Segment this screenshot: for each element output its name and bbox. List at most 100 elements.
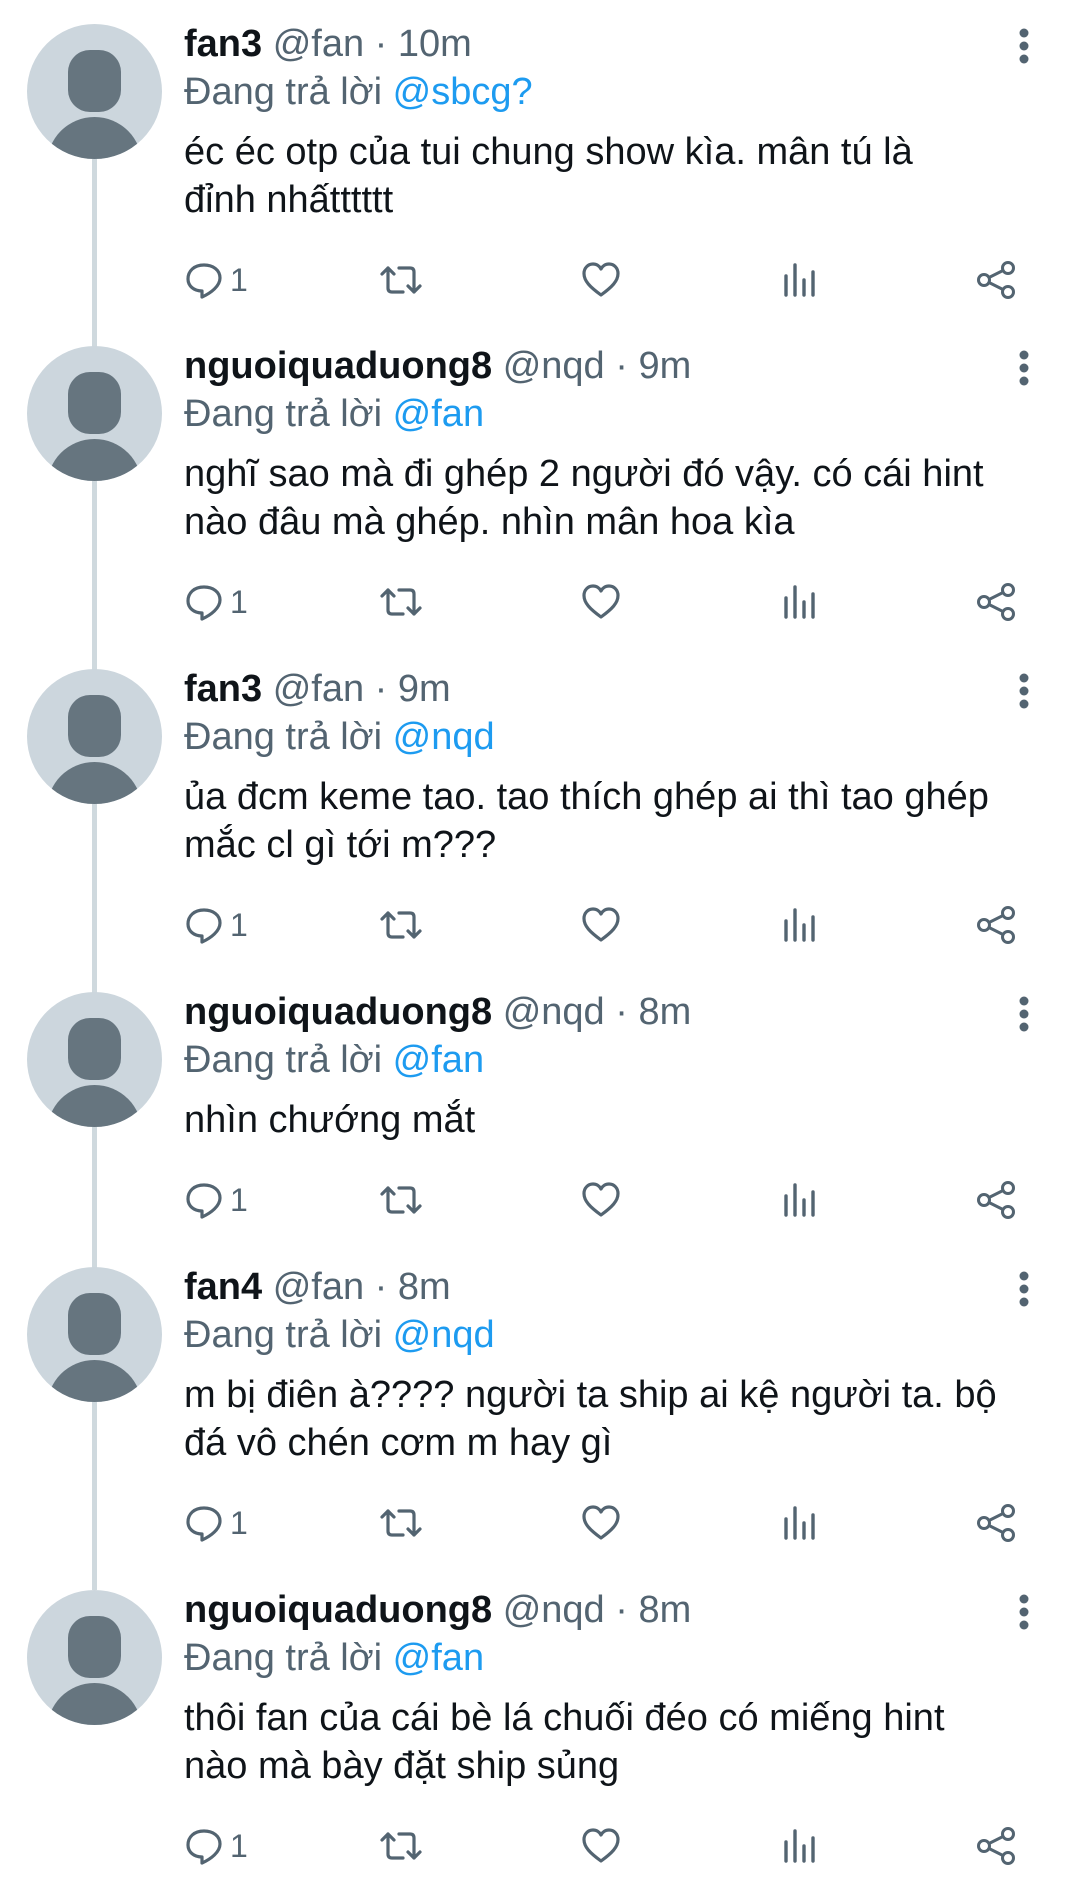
tweet-header: fan3 @fan · 10m (184, 20, 1040, 68)
timestamp[interactable]: 10m (398, 23, 472, 65)
avatar[interactable] (27, 1590, 162, 1725)
tweet-text: m bị điên à???? người ta ship ai kệ ngườ… (184, 1371, 1040, 1467)
share-icon (977, 1827, 1015, 1865)
user-handle[interactable]: @fan (273, 668, 364, 710)
avatar[interactable] (27, 992, 162, 1127)
reply-button[interactable]: 1 (184, 255, 248, 305)
tweet-actions: 1 (184, 255, 1044, 305)
display-name[interactable]: fan3 (184, 668, 262, 710)
user-handle[interactable]: @fan (273, 1266, 364, 1308)
avatar[interactable] (27, 24, 162, 159)
replying-to-mention[interactable]: @sbcg? (393, 71, 533, 113)
retweet-icon (380, 911, 422, 939)
tweet-actions: 1 (184, 900, 1044, 950)
bar-chart-icon (784, 585, 815, 619)
separator-dot: · (615, 345, 628, 387)
vertical-ellipsis-icon[interactable] (1012, 994, 1036, 1034)
avatar[interactable] (27, 346, 162, 481)
share-icon (977, 583, 1015, 621)
avatar-head-shape (68, 1616, 121, 1678)
timestamp[interactable]: 8m (638, 1589, 691, 1631)
avatar-body-shape (47, 439, 142, 481)
tweet-text-line: ủa đcm keme tao. tao thích ghép ai thì t… (184, 776, 989, 818)
user-handle[interactable]: @fan (273, 23, 364, 65)
bar-chart-icon (784, 1183, 815, 1217)
tweet-header: nguoiquaduong8 @nqd · 8m (184, 1586, 1040, 1634)
retweet-button[interactable] (379, 255, 423, 305)
like-button[interactable] (580, 577, 622, 627)
replying-to-mention[interactable]: @fan (393, 1039, 484, 1081)
timestamp[interactable]: 8m (638, 991, 691, 1033)
display-name[interactable]: nguoiquaduong8 (184, 345, 492, 387)
avatar-body-shape (47, 1085, 142, 1127)
display-name[interactable]: nguoiquaduong8 (184, 991, 492, 1033)
retweet-icon (380, 1186, 422, 1214)
separator-dot: · (374, 668, 388, 710)
bar-chart-icon (784, 1506, 815, 1540)
share-button[interactable] (974, 1175, 1018, 1225)
timestamp[interactable]: 9m (398, 668, 451, 710)
reply-button[interactable]: 1 (184, 900, 248, 950)
like-button[interactable] (580, 1821, 622, 1871)
share-button[interactable] (974, 900, 1018, 950)
separator-dot: · (374, 23, 388, 65)
replying-to: Đang trả lời @fan (184, 1634, 1040, 1682)
views-button[interactable] (781, 1175, 817, 1225)
like-button[interactable] (580, 1175, 622, 1225)
retweet-icon (380, 1509, 422, 1537)
share-button[interactable] (974, 255, 1018, 305)
display-name[interactable]: fan3 (184, 23, 262, 65)
views-button[interactable] (781, 1498, 817, 1548)
user-handle[interactable]: @nqd (503, 991, 605, 1033)
tweet-header: fan3 @fan · 9m (184, 665, 1040, 713)
vertical-ellipsis-icon[interactable] (1012, 1269, 1036, 1309)
like-button[interactable] (580, 900, 622, 950)
reply-count: 1 (230, 1828, 248, 1864)
views-button[interactable] (781, 900, 817, 950)
display-name[interactable]: nguoiquaduong8 (184, 1589, 492, 1631)
bar-chart-icon (784, 263, 815, 297)
share-button[interactable] (974, 1821, 1018, 1871)
vertical-ellipsis-icon[interactable] (1012, 671, 1036, 711)
reply-button[interactable]: 1 (184, 577, 248, 627)
share-button[interactable] (974, 577, 1018, 627)
retweet-button[interactable] (379, 1498, 423, 1548)
replying-to-mention[interactable]: @nqd (393, 1314, 495, 1356)
timestamp[interactable]: 8m (398, 1266, 451, 1308)
reply-button[interactable]: 1 (184, 1498, 248, 1548)
tweet-content: fan3 @fan · 10m Đang trả lời @sbcg? éc é… (184, 20, 1040, 224)
avatar[interactable] (27, 669, 162, 804)
like-button[interactable] (580, 255, 622, 305)
user-handle[interactable]: @nqd (503, 345, 605, 387)
replying-to-mention[interactable]: @fan (393, 1637, 484, 1679)
retweet-button[interactable] (379, 577, 423, 627)
replying-to-mention[interactable]: @fan (393, 393, 484, 435)
avatar-body-shape (47, 1683, 142, 1725)
tweet-header: nguoiquaduong8 @nqd · 8m (184, 988, 1040, 1036)
views-button[interactable] (781, 255, 817, 305)
heart-icon (582, 584, 620, 619)
share-button[interactable] (974, 1498, 1018, 1548)
retweet-button[interactable] (379, 900, 423, 950)
views-button[interactable] (781, 577, 817, 627)
reply-button[interactable]: 1 (184, 1821, 248, 1871)
separator-dot: · (615, 991, 628, 1033)
views-button[interactable] (781, 1821, 817, 1871)
retweet-button[interactable] (379, 1821, 423, 1871)
vertical-ellipsis-icon[interactable] (1012, 1592, 1036, 1632)
like-button[interactable] (580, 1498, 622, 1548)
avatar[interactable] (27, 1267, 162, 1402)
tweet-content: nguoiquaduong8 @nqd · 8m Đang trả lời @f… (184, 1586, 1040, 1790)
reply-button[interactable]: 1 (184, 1175, 248, 1225)
retweet-button[interactable] (379, 1175, 423, 1225)
speech-bubble-icon (186, 908, 222, 944)
speech-bubble-icon (186, 1183, 222, 1219)
vertical-ellipsis-icon[interactable] (1012, 348, 1036, 388)
timestamp[interactable]: 9m (638, 345, 691, 387)
display-name[interactable]: fan4 (184, 1266, 262, 1308)
tweet-text-line: nào đâu mà ghép. nhìn mân hoa kìa (184, 501, 795, 543)
tweet-text: ủa đcm keme tao. tao thích ghép ai thì t… (184, 773, 1040, 869)
vertical-ellipsis-icon[interactable] (1012, 26, 1036, 66)
user-handle[interactable]: @nqd (503, 1589, 605, 1631)
replying-to-mention[interactable]: @nqd (393, 716, 495, 758)
